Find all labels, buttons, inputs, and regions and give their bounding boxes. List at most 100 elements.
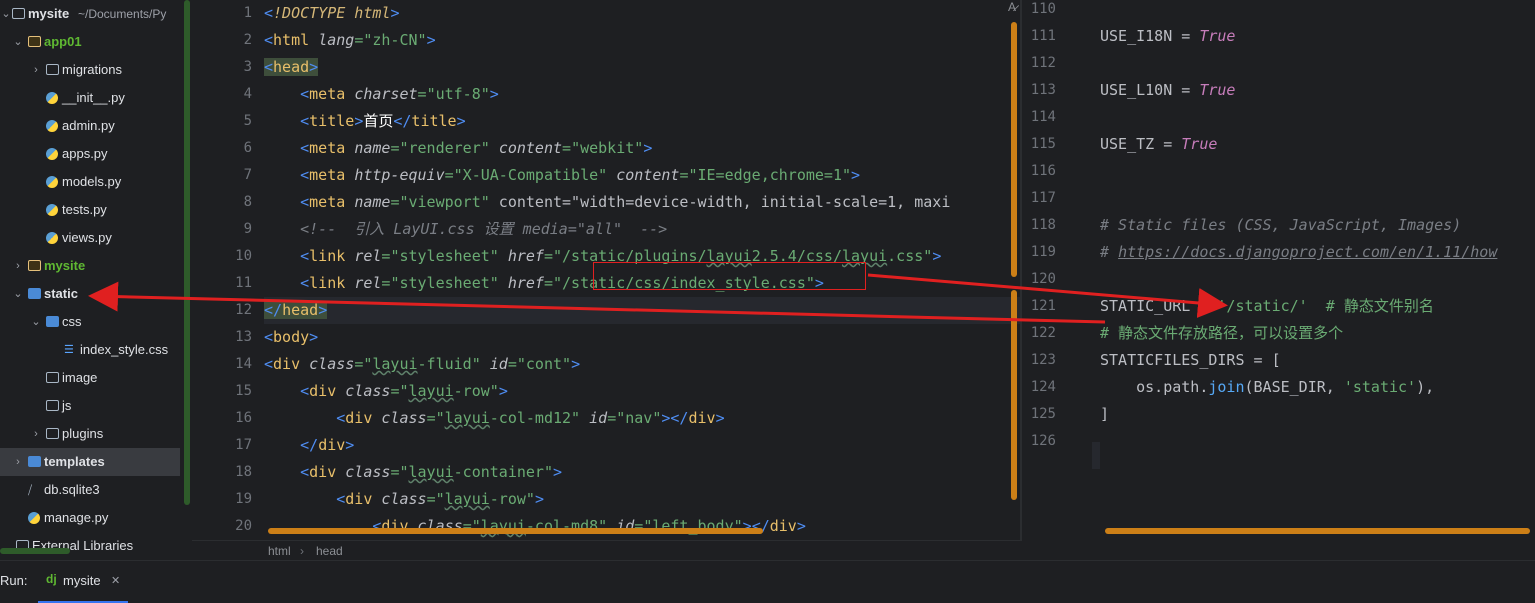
line-number: 119 xyxy=(1030,244,1056,260)
editor1-scroll-marker[interactable] xyxy=(1011,22,1017,277)
editor1-scroll-marker-lower[interactable] xyxy=(1011,290,1017,500)
editor2-gutter: 110 111 112 113 114 115 116 117 118 119 120 121 122 1… xyxy=(1022,0,1092,540)
tree-item-image[interactable]: image xyxy=(0,364,180,392)
code-line[interactable]: <body> xyxy=(264,324,318,351)
tree-item-mysite[interactable]: › mysite xyxy=(0,252,180,280)
code-line[interactable]: os.path.join(BASE_DIR, 'static'), xyxy=(1100,374,1434,401)
tree-horizontal-scrollbar[interactable] xyxy=(0,548,70,554)
tree-item-label: templates xyxy=(44,454,105,469)
python-file-icon xyxy=(46,204,58,216)
run-toolbar: Run: dj mysite ✕ xyxy=(0,560,1535,603)
tree-scrollbar[interactable] xyxy=(184,0,190,505)
code-line[interactable]: </head> xyxy=(264,297,1020,324)
django-icon: dj xyxy=(46,572,57,586)
code-line[interactable]: <meta name="viewport" content="width=dev… xyxy=(264,189,950,216)
chevron-right-icon[interactable]: › xyxy=(12,252,24,280)
line-number: 8 xyxy=(243,194,252,210)
tree-root-label: mysite xyxy=(28,6,70,21)
tree-item-models-py[interactable]: models.py xyxy=(0,168,180,196)
chevron-down-icon[interactable]: ⌄ xyxy=(0,0,12,28)
line-number: 121 xyxy=(1030,298,1056,314)
code-line[interactable]: <div class="layui-row"> xyxy=(264,378,508,405)
code-line[interactable]: <div class="layui-col-md8" id="left_body… xyxy=(264,513,806,540)
folder-icon xyxy=(46,372,59,383)
code-line[interactable]: <html lang="zh-CN"> xyxy=(264,27,436,54)
folder-icon xyxy=(28,456,41,467)
tree-item-manage-py[interactable]: manage.py xyxy=(0,504,180,532)
editor2-horizontal-scrollbar[interactable] xyxy=(1105,528,1530,534)
tree-item-label: index_style.css xyxy=(80,342,169,357)
tree-item-static[interactable]: ⌄ static xyxy=(0,280,180,308)
line-number: 7 xyxy=(243,167,252,183)
ai-assistant-icon[interactable]: A̷ xyxy=(1008,0,1016,14)
tree-item-label: image xyxy=(62,370,98,385)
tree-item-tests-py[interactable]: tests.py xyxy=(0,196,180,224)
code-line[interactable]: <head> xyxy=(264,54,319,81)
code-line[interactable]: # 静态文件存放路径，可以设置多个 xyxy=(1100,320,1343,347)
breadcrumb-html[interactable]: html xyxy=(268,544,291,558)
tree-item-label: tests.py xyxy=(62,202,107,217)
tree-root[interactable]: ⌄ mysite ~/Documents/Py xyxy=(0,0,180,28)
tree-item-admin-py[interactable]: admin.py xyxy=(0,112,180,140)
tree-item-js[interactable]: js xyxy=(0,392,180,420)
chevron-right-icon[interactable]: › xyxy=(30,420,42,448)
code-line[interactable]: USE_TZ = True xyxy=(1100,131,1217,158)
code-line[interactable]: # https://docs.djangoproject.com/en/1.11… xyxy=(1100,239,1497,266)
code-line[interactable]: <meta charset="utf-8"> xyxy=(264,81,499,108)
python-file-icon xyxy=(46,120,58,132)
code-line[interactable]: <meta http-equiv="X-UA-Compatible" conte… xyxy=(264,162,860,189)
tree-item-plugins[interactable]: › plugins xyxy=(0,420,180,448)
tree-item-templates[interactable]: › templates xyxy=(0,448,180,476)
chevron-down-icon[interactable]: ⌄ xyxy=(12,28,24,56)
tree-item-label: views.py xyxy=(62,230,112,245)
code-line[interactable]: <!-- 引入 LayUI.css 设置 media="all" --> xyxy=(264,216,667,243)
tree-item-app01[interactable]: ⌄ app01 xyxy=(0,28,180,56)
tree-item-migrations[interactable]: › migrations xyxy=(0,56,180,84)
code-line[interactable]: <meta name="renderer" content="webkit"> xyxy=(264,135,652,162)
chevron-right-icon[interactable]: › xyxy=(30,56,42,84)
python-file-icon xyxy=(46,92,58,104)
editor1-horizontal-scrollbar[interactable] xyxy=(268,528,763,534)
code-line[interactable]: # Static files (CSS, JavaScript, Images) xyxy=(1100,212,1461,239)
tree-item--init-py[interactable]: __init__.py xyxy=(0,84,180,112)
code-line[interactable]: <!DOCTYPE html> xyxy=(264,0,399,27)
code-line[interactable]: <div class="layui-container"> xyxy=(264,459,562,486)
python-file-icon xyxy=(28,512,40,524)
breadcrumb-head[interactable]: head xyxy=(316,544,343,558)
line-number: 14 xyxy=(235,356,252,372)
tree-item-label: __init__.py xyxy=(62,90,125,105)
code-line[interactable]: <title>首页</title> xyxy=(264,108,465,135)
chevron-right-icon[interactable]: › xyxy=(12,448,24,476)
css-file-icon: ☰ xyxy=(64,344,74,356)
line-number: 1 xyxy=(243,5,252,21)
chevron-down-icon[interactable]: ⌄ xyxy=(30,308,42,336)
tree-item-external-libraries[interactable]: External Libraries xyxy=(0,532,180,560)
tree-item-db-sqlite3[interactable]: ⧸ db.sqlite3 xyxy=(0,476,180,504)
python-file-icon xyxy=(46,232,58,244)
run-tab-mysite[interactable]: dj mysite ✕ xyxy=(38,561,128,603)
tree-item-index-style-css[interactable]: ☰ index_style.css xyxy=(0,336,180,364)
folder-icon xyxy=(46,64,59,75)
code-line[interactable]: ] xyxy=(1100,401,1109,428)
line-number: 10 xyxy=(235,248,252,264)
tree-root-path: ~/Documents/Py xyxy=(78,7,167,21)
line-number: 117 xyxy=(1030,190,1056,206)
line-number: 6 xyxy=(243,140,252,156)
tree-item-apps-py[interactable]: apps.py xyxy=(0,140,180,168)
code-line[interactable]: <div class="layui-fluid" id="cont"> xyxy=(264,351,580,378)
close-icon[interactable]: ✕ xyxy=(111,574,120,587)
code-line[interactable]: STATICFILES_DIRS = [ xyxy=(1100,347,1281,374)
settings-editor[interactable]: USE_I18N = True USE_L10N = True USE_TZ = T… xyxy=(1100,0,1535,540)
tree-item-css[interactable]: ⌄ css xyxy=(0,308,180,336)
line-number: 11 xyxy=(235,275,252,291)
chevron-down-icon[interactable]: ⌄ xyxy=(12,280,24,308)
tree-item-views-py[interactable]: views.py xyxy=(0,224,180,252)
code-line[interactable]: USE_I18N = True xyxy=(1100,23,1235,50)
code-line[interactable]: STATIC_URL = '/static/' # 静态文件别名 xyxy=(1100,293,1434,320)
code-line[interactable]: USE_L10N = True xyxy=(1100,77,1235,104)
code-line[interactable]: <div class="layui-row"> xyxy=(264,486,544,513)
tree-item-label: app01 xyxy=(44,34,82,49)
code-line[interactable]: </div> xyxy=(264,432,354,459)
folder-icon xyxy=(28,260,41,271)
code-line[interactable]: <div class="layui-col-md12" id="nav"></d… xyxy=(264,405,724,432)
